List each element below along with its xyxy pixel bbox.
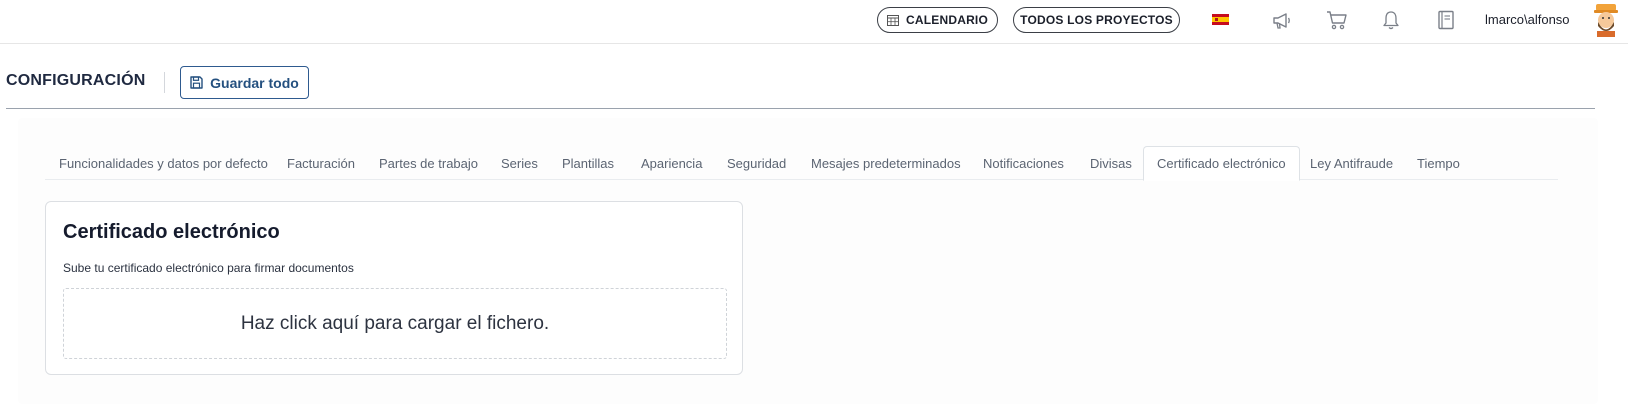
avatar[interactable] — [1592, 3, 1620, 37]
file-upload-dropzone[interactable]: Haz click aquí para cargar el fichero. — [63, 288, 727, 359]
megaphone-icon[interactable] — [1271, 9, 1293, 31]
tab-apariencia[interactable]: Apariencia — [641, 146, 702, 180]
tab-funcionalidades[interactable]: Funcionalidades y datos por defecto — [59, 146, 268, 180]
all-projects-button-label: TODOS LOS PROYECTOS — [1020, 13, 1173, 27]
tab-notificaciones[interactable]: Notificaciones — [983, 146, 1064, 180]
title-divider — [164, 72, 165, 93]
save-all-button-label: Guardar todo — [210, 74, 299, 91]
calendar-button[interactable]: CALENDARIO — [877, 7, 998, 33]
tab-ley-antifraude[interactable]: Ley Antifraude — [1310, 146, 1393, 180]
tab-certificado-electronico[interactable]: Certificado electrónico — [1143, 146, 1300, 181]
card-subtitle: Sube tu certificado electrónico para fir… — [63, 261, 354, 275]
tab-divisas[interactable]: Divisas — [1090, 146, 1132, 180]
tab-partes-de-trabajo[interactable]: Partes de trabajo — [379, 146, 478, 180]
tab-seguridad[interactable]: Seguridad — [727, 146, 786, 180]
bell-icon[interactable] — [1380, 9, 1402, 31]
calendar-button-label: CALENDARIO — [906, 13, 988, 27]
cart-icon[interactable] — [1326, 9, 1348, 31]
calendar-icon — [887, 15, 899, 26]
tab-facturacion[interactable]: Facturación — [287, 146, 355, 180]
top-bar: CALENDARIO TODOS LOS PROYECTOS lmarco\al… — [0, 0, 1628, 44]
username[interactable]: lmarco\alfonso — [1485, 12, 1570, 27]
card-title: Certificado electrónico — [63, 221, 280, 243]
page-title: CONFIGURACIÓN — [6, 72, 146, 89]
book-icon[interactable] — [1435, 9, 1457, 31]
save-all-button[interactable]: Guardar todo — [180, 66, 309, 99]
tab-mensajes-predeterminados[interactable]: Mesajes predeterminados — [811, 146, 961, 180]
save-icon — [190, 76, 203, 89]
header-divider — [6, 108, 1595, 109]
all-projects-button[interactable]: TODOS LOS PROYECTOS — [1013, 7, 1180, 33]
spain-flag-icon[interactable] — [1212, 14, 1229, 25]
tab-series[interactable]: Series — [501, 146, 538, 180]
tab-tiempo[interactable]: Tiempo — [1417, 146, 1460, 180]
settings-tabs: Funcionalidades y datos por defecto Fact… — [45, 146, 1558, 181]
certificate-card: Certificado electrónico Sube tu certific… — [45, 201, 743, 375]
tab-plantillas[interactable]: Plantillas — [562, 146, 614, 180]
